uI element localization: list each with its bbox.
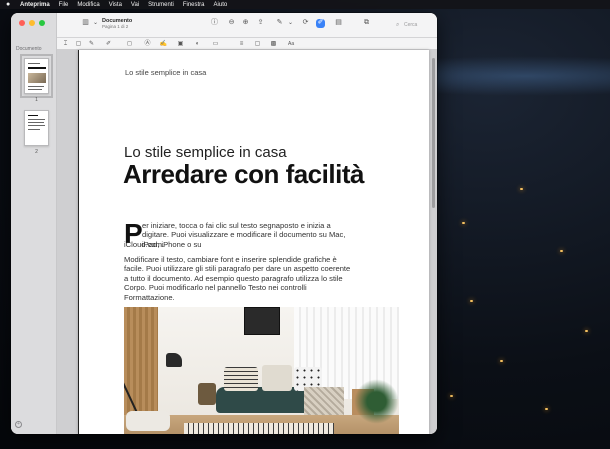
search-placeholder: Cerca [404,22,418,28]
menu-go[interactable]: Vai [131,2,139,8]
search-icon: ⌕ [396,22,400,28]
earth-horizon [436,56,610,96]
page-number-2: 2 [35,149,38,155]
zoom-button[interactable] [39,20,45,26]
shape-style-icon[interactable]: ≡ [237,40,246,49]
chevron-down-icon[interactable]: ⌄ [286,19,295,28]
sidebar-title: Documento [16,46,42,52]
fill-color-icon[interactable]: ▩ [269,40,278,49]
document-page-info: Pagina 1 di 2 [102,24,129,29]
page-thumbnail-1[interactable] [20,54,53,98]
note-icon[interactable]: ▣ [176,40,185,49]
preview-window: Documento 1 2 + ▥ ⌄ Documento Pagina 1 d… [11,13,437,434]
signature-icon[interactable]: ✍ [159,40,168,49]
city-light [560,250,563,252]
document-page: Lo stile semplice in casa Lo stile sempl… [78,50,429,434]
city-light [462,222,465,224]
menu-window[interactable]: Finestra [183,2,205,8]
share-icon[interactable]: ⇪ [256,19,265,28]
zoom-out-icon[interactable]: ⊖ [227,19,236,28]
menu-app-name[interactable]: Anteprima [20,2,50,8]
markup-toolbar-icon[interactable]: ✐ [316,19,325,28]
page-title: Arredare con facilità [123,159,364,189]
city-light [520,188,523,190]
page-thumbnail-2[interactable] [24,110,49,146]
text-box-icon[interactable]: Ⓐ [143,40,152,49]
close-button[interactable] [19,20,25,26]
minimize-button[interactable] [29,20,35,26]
menu-view[interactable]: Vista [109,2,122,8]
add-page-icon[interactable]: + [15,421,22,428]
sketch-icon[interactable]: ✎ [87,40,96,49]
zoom-in-icon[interactable]: ⊕ [241,19,250,28]
page-layout-icon[interactable]: ▭ [211,40,220,49]
document-canvas: Lo stile semplice in casa Lo stile sempl… [57,50,437,434]
text-style-button[interactable]: Aa [288,41,294,47]
city-light [470,300,473,302]
markup-pen-icon[interactable]: ✎ [275,19,284,28]
sidebar-toggle-icon[interactable]: ▥ [81,19,90,28]
page-number-1: 1 [35,97,38,103]
vertical-scrollbar[interactable] [432,58,435,208]
menu-edit[interactable]: Modifica [77,2,99,8]
rect-selection-icon[interactable]: ▢ [74,40,83,49]
toolbar: ▥ ⌄ Documento Pagina 1 di 2 ⓘ ⊖ ⊕ ⇪ ✎ ⌄ … [57,13,437,38]
menu-help[interactable]: Aiuto [214,2,228,8]
window-controls [19,20,45,26]
page-header: Lo stile semplice in casa [125,68,207,77]
city-light [500,360,503,362]
shapes-icon[interactable]: ◻ [125,40,134,49]
city-light [545,408,548,410]
menu-bar: ● Anteprima File Modifica Vista Vai Stru… [0,0,610,9]
chevron-down-icon[interactable]: ⌄ [91,19,100,28]
city-light [585,330,588,332]
thumbnail-sidebar: Documento 1 2 + [11,13,57,434]
rotate-icon[interactable]: ⟳ [301,19,310,28]
paragraph-1-end: iCloud.com. [124,240,165,249]
apple-logo-icon[interactable]: ● [6,1,14,8]
info-icon[interactable]: ⓘ [210,19,219,28]
adjust-color-icon[interactable]: ◐ [193,40,202,49]
text-selection-icon[interactable]: ⌶ [61,40,70,49]
city-light [450,395,453,397]
menu-tools[interactable]: Strumenti [148,2,174,8]
living-room-photo [124,307,399,434]
edit-image-icon[interactable]: ⧉ [362,19,371,28]
paragraph-2: Modificare il testo, cambiare font e ins… [124,255,351,302]
menu-file[interactable]: File [59,2,69,8]
draw-icon[interactable]: ✐ [104,40,113,49]
markup-toolbar: ⌶ ▢ ✎ ✐ ◻ Ⓐ ✍ ▣ ◐ ▭ ≡ ▢ ▩ Aa [57,38,437,50]
search-field[interactable]: ⌕ Cerca [396,20,432,30]
border-color-icon[interactable]: ▢ [253,40,262,49]
form-fill-icon[interactable]: ▤ [334,19,343,28]
